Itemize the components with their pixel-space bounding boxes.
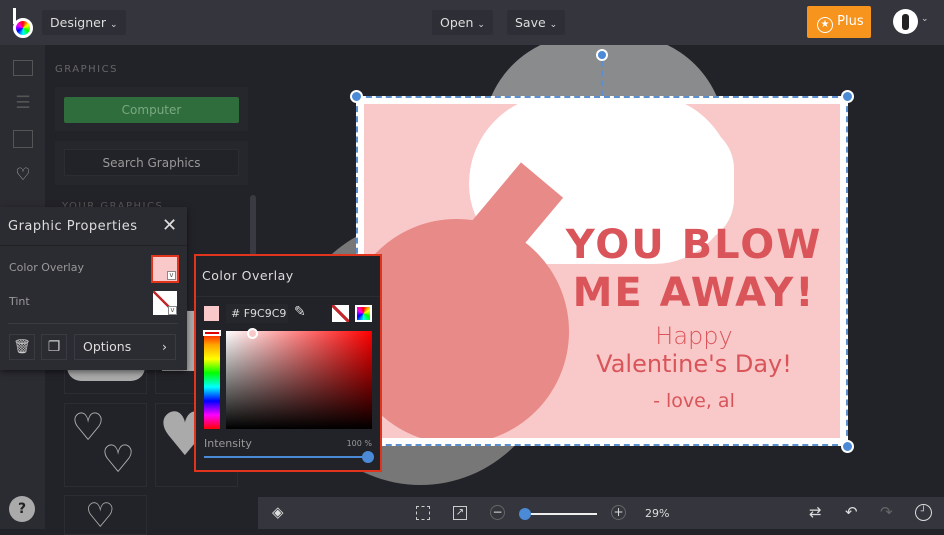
history-icon[interactable]: ┘ — [915, 504, 932, 521]
intensity-label: Intensity — [204, 437, 252, 450]
hex-input[interactable]: # F9C9C9 — [226, 304, 288, 323]
chevron-down-icon: ⌄ — [477, 20, 485, 30]
intensity-value: 100 % — [346, 439, 372, 448]
tint-label: Tint — [9, 295, 30, 308]
top-bar: Designer ⌄ Open ⌄ Save ⌄ ★ Plus ⌄ — [0, 0, 944, 45]
saturation-picker[interactable] — [226, 328, 372, 429]
no-color-icon[interactable] — [332, 305, 349, 322]
plus-button[interactable]: ★ Plus — [807, 6, 871, 38]
computer-upload-button[interactable]: Computer — [64, 97, 239, 123]
hex-value: F9C9C9 — [243, 307, 287, 320]
options-button[interactable]: Options › — [74, 334, 176, 360]
zoom-out-icon[interactable]: − — [490, 505, 505, 520]
graphic-properties-panel: Graphic Properties ✕ Color Overlay v Tin… — [0, 207, 187, 370]
current-color-swatch — [204, 306, 219, 321]
zoom-level: 29% — [645, 507, 670, 520]
zoom-in-icon[interactable]: + — [611, 505, 626, 520]
color-overlay-swatch[interactable]: v — [151, 255, 179, 283]
chevron-down-icon[interactable]: ⌄ — [921, 14, 929, 24]
hue-slider[interactable] — [203, 330, 221, 429]
open-menu[interactable]: Open ⌄ — [432, 10, 493, 35]
rotate-handle[interactable] — [596, 49, 608, 61]
options-label: Options — [83, 339, 132, 354]
zoom-slider-thumb[interactable] — [519, 508, 531, 520]
selection-box — [356, 96, 848, 446]
adjustments-icon[interactable]: ☰ — [13, 93, 33, 113]
chevron-down-icon: ⌄ — [109, 20, 118, 30]
open-label: Open — [440, 15, 474, 30]
undo-icon[interactable]: ↶ — [845, 503, 858, 521]
graphic-tile-hearts[interactable]: ♡ — [64, 495, 147, 535]
expand-icon[interactable]: ↗ — [453, 506, 467, 520]
slider-thumb[interactable] — [362, 451, 374, 463]
chevron-right-icon: › — [162, 339, 167, 354]
help-button[interactable]: ? — [9, 496, 35, 522]
resize-handle[interactable] — [841, 440, 854, 453]
popup-title: Color Overlay — [202, 268, 294, 283]
save-label: Save — [515, 15, 546, 30]
designer-label: Designer — [50, 15, 106, 30]
graphic-tile-hearts[interactable]: ♡ ♡ — [64, 403, 147, 487]
image-icon[interactable] — [13, 60, 33, 76]
close-icon[interactable]: ✕ — [162, 215, 177, 236]
swap-icon[interactable]: ⇄ — [809, 503, 822, 521]
app-logo[interactable] — [12, 8, 34, 38]
panel-title: Graphic Properties — [8, 219, 138, 234]
zoom-slider[interactable] — [519, 508, 597, 520]
avatar[interactable] — [893, 9, 918, 34]
tint-swatch[interactable]: v — [153, 291, 177, 315]
save-menu[interactable]: Save ⌄ — [507, 10, 566, 35]
layout-icon[interactable] — [13, 130, 33, 148]
color-overlay-popup: Color Overlay # F9C9C9 ✎ Intensity 100 % — [194, 254, 382, 472]
fit-screen-icon[interactable] — [416, 506, 430, 520]
hash-label: # — [231, 307, 241, 320]
resize-handle[interactable] — [350, 90, 363, 103]
section-title: GRAPHICS — [55, 64, 118, 75]
color-overlay-label: Color Overlay — [9, 261, 84, 274]
heart-icon[interactable]: ♡ — [13, 165, 33, 185]
trash-icon[interactable]: 🗑 — [9, 334, 35, 360]
designer-menu[interactable]: Designer ⌄ — [42, 10, 126, 35]
color-wheel-icon[interactable] — [355, 305, 372, 322]
chevron-down-icon: ⌄ — [549, 20, 558, 30]
duplicate-icon[interactable]: ❐ — [41, 334, 67, 360]
plus-label: Plus — [837, 14, 864, 29]
resize-handle[interactable] — [841, 90, 854, 103]
redo-icon[interactable]: ↷ — [880, 503, 893, 521]
layers-icon[interactable]: ◈ — [272, 503, 284, 521]
eyedropper-icon[interactable]: ✎ — [294, 304, 306, 320]
intensity-slider[interactable] — [204, 451, 374, 463]
picker-handle[interactable] — [247, 328, 258, 339]
bottom-toolbar: ◈ ↗ − + 29% ⇄ ↶ ↷ ┘ — [258, 497, 944, 529]
star-icon: ★ — [817, 17, 833, 33]
search-graphics-button[interactable]: Search Graphics — [64, 149, 239, 176]
